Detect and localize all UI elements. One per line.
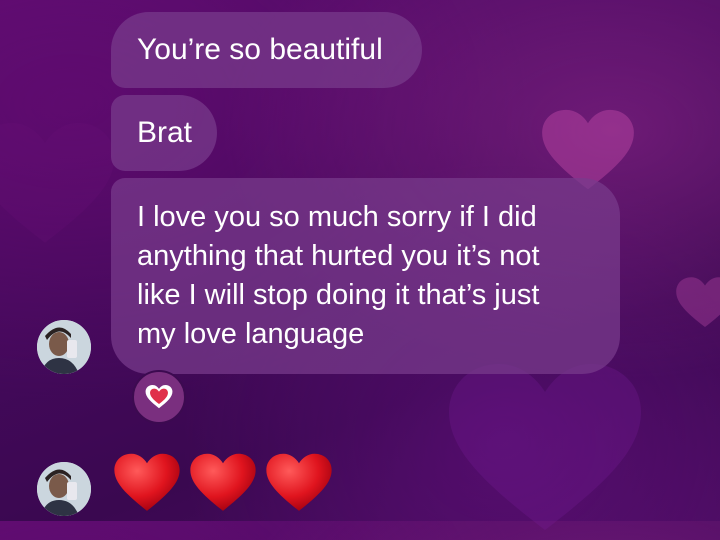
red-heart-icon bbox=[266, 453, 332, 511]
avatar-photo-icon bbox=[37, 462, 91, 516]
background-heart-icon bbox=[0, 122, 115, 243]
heart-reaction-icon bbox=[145, 384, 173, 409]
red-heart-icon bbox=[190, 453, 256, 511]
message-bubble[interactable]: You’re so beautiful bbox=[111, 12, 422, 88]
background-heart-icon bbox=[449, 364, 641, 530]
avatar[interactable] bbox=[37, 320, 91, 374]
message-bubble[interactable]: Brat bbox=[111, 95, 217, 171]
message-bubble[interactable]: I love you so much sorry if I did anythi… bbox=[111, 178, 620, 374]
reaction-badge[interactable] bbox=[132, 370, 186, 424]
message-text: I love you so much sorry if I did anythi… bbox=[137, 201, 540, 350]
avatar-photo-icon bbox=[37, 320, 91, 374]
background-heart-icon bbox=[676, 277, 720, 327]
message-text: Brat bbox=[137, 116, 193, 149]
red-heart-icon bbox=[114, 453, 180, 511]
avatar[interactable] bbox=[37, 462, 91, 516]
emoji-message[interactable] bbox=[113, 452, 333, 514]
message-text: You’re so beautiful bbox=[137, 33, 383, 66]
